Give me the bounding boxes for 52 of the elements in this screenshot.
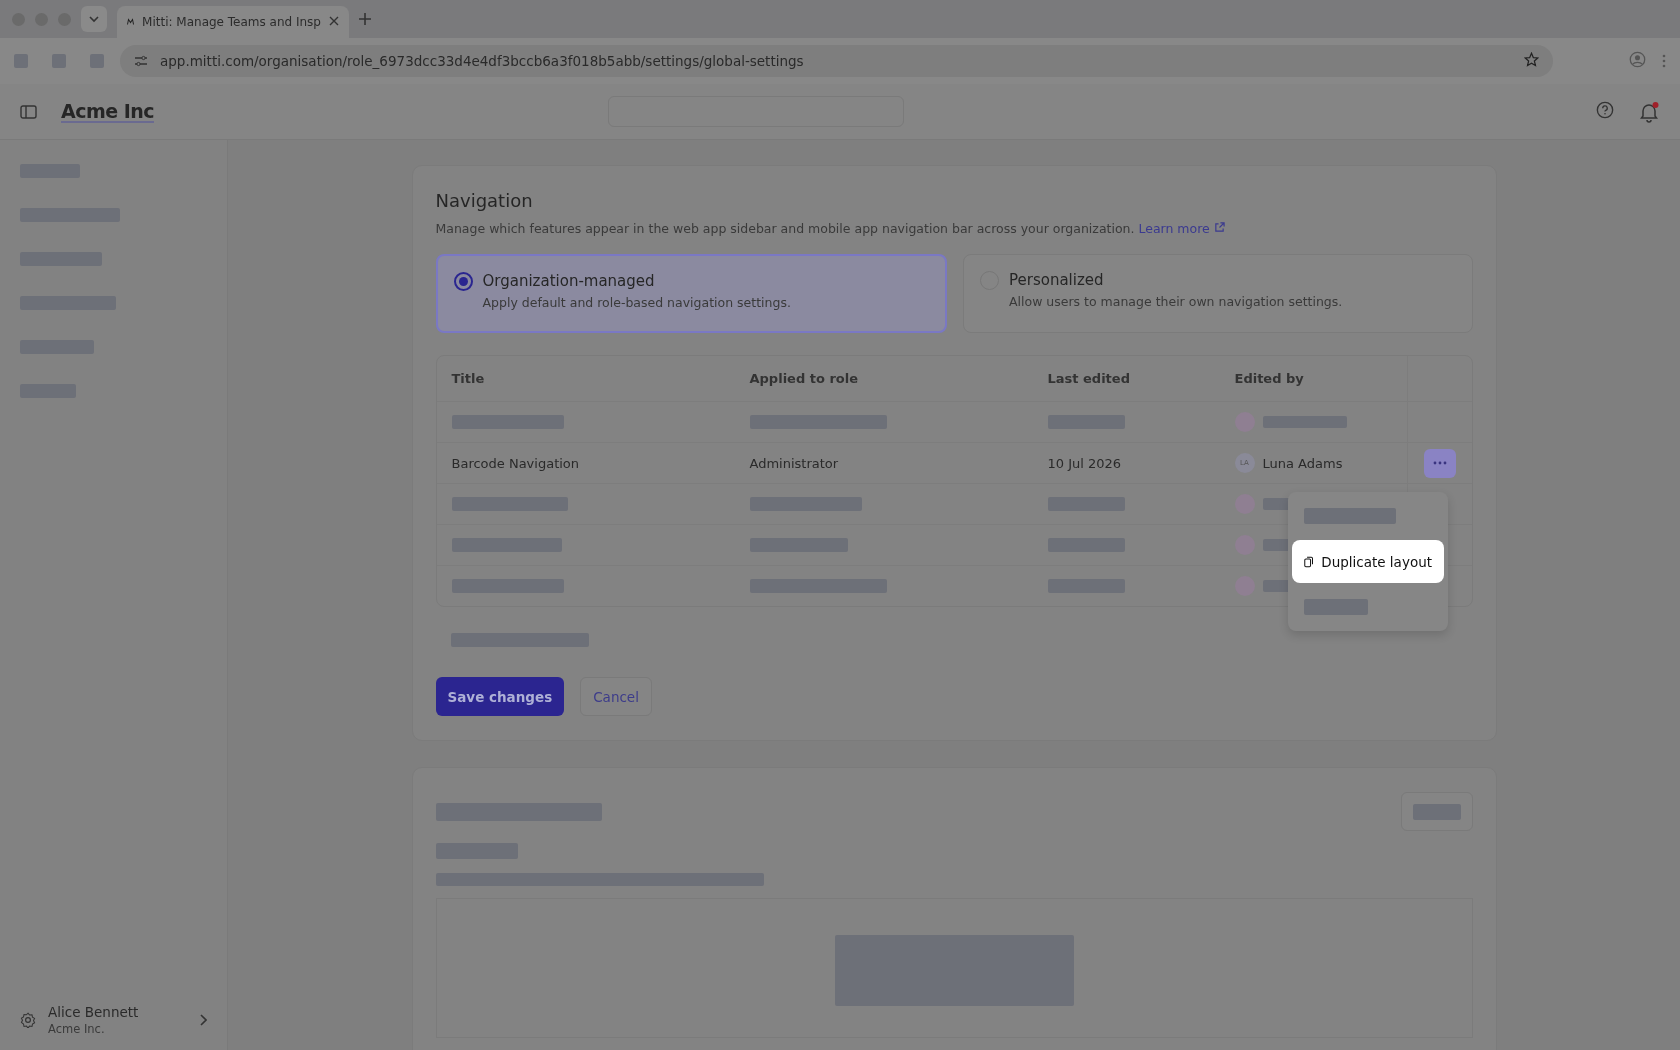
section-title: Navigation [435, 190, 534, 211]
option-card[interactable]: Organization-managed Apply default and role-based navigation settings. [435, 254, 947, 333]
skeleton-bar [1412, 803, 1461, 820]
more-icon [1432, 461, 1447, 465]
skeleton-bar [14, 54, 28, 68]
kebab-menu-icon [1662, 54, 1666, 68]
help-icon [1596, 100, 1614, 119]
external-link-icon [1213, 222, 1225, 233]
section-description: Manage which features appear in the web app sidebar and mobile app navigation bar across your organization. [435, 221, 1136, 236]
tab-list-button[interactable] [81, 6, 107, 32]
chevron-down-icon [88, 13, 100, 25]
address-bar[interactable]: app.mitti.com/organisation/role_6973dcc33d4e4df3bccb6a3f018b5abb/settings/global-settings [120, 45, 1553, 77]
option-description: Apply default and role-based navigation settings. [482, 295, 791, 310]
browser-tab[interactable]: Mitti: Manage Teams and Insp [117, 6, 349, 38]
close-icon [329, 16, 339, 26]
chevron-right-icon [199, 1013, 207, 1026]
settings-icon [20, 1012, 36, 1028]
table-cell-text: Administrator [749, 455, 840, 471]
skeleton-bar [1304, 599, 1368, 615]
table-cell-text: 10 Jul 2026 [1047, 455, 1123, 471]
url-text: app.mitti.com/organisation/role_6973dcc33d4e4df3bccb6a3f018b5abb/settings/global-settings [160, 53, 804, 69]
organization-name: Acme Inc. [48, 1022, 106, 1036]
cancel-button[interactable]: Cancel [580, 677, 652, 716]
column-header: Title [451, 371, 486, 386]
learn-more-link[interactable]: Learn more [1138, 221, 1225, 236]
logo-icon [127, 16, 135, 28]
column-header: Applied to role [749, 371, 860, 386]
option-title: Personalized [1009, 271, 1105, 289]
brand-logo[interactable]: Acme Inc [61, 100, 155, 123]
skeleton-bar [52, 54, 66, 68]
radio-button[interactable] [453, 272, 473, 291]
option-card[interactable]: Personalized Allow users to manage their own navigation settings. [963, 254, 1473, 333]
sidebar-toggle-icon [20, 104, 37, 119]
save-button[interactable]: Save changes [435, 677, 565, 716]
user-name: Alice Bennett [48, 1004, 139, 1020]
table-cell-text: Barcode Navigation [451, 455, 581, 471]
editor-name: Luna Adams [1262, 455, 1343, 471]
option-title: Organization-managed [482, 272, 656, 290]
tab-title: Mitti: Manage Teams and Insp [142, 15, 321, 29]
column-header: Last edited [1047, 371, 1131, 386]
option-description: Allow users to manage their own navigation settings. [1009, 294, 1343, 309]
plus-icon [359, 13, 371, 25]
bell-icon[interactable] [1638, 100, 1660, 123]
site-settings-icon [134, 55, 148, 67]
skeleton-bar [90, 54, 104, 68]
column-header: Edited by [1234, 371, 1305, 386]
more-button[interactable] [1423, 448, 1456, 478]
star-icon [1524, 52, 1539, 67]
profile-icon [1629, 50, 1646, 68]
card-action-button[interactable] [1400, 792, 1473, 831]
copy-icon [1304, 554, 1314, 569]
duplicate-menu-item[interactable]: Duplicate layout [1292, 540, 1444, 583]
